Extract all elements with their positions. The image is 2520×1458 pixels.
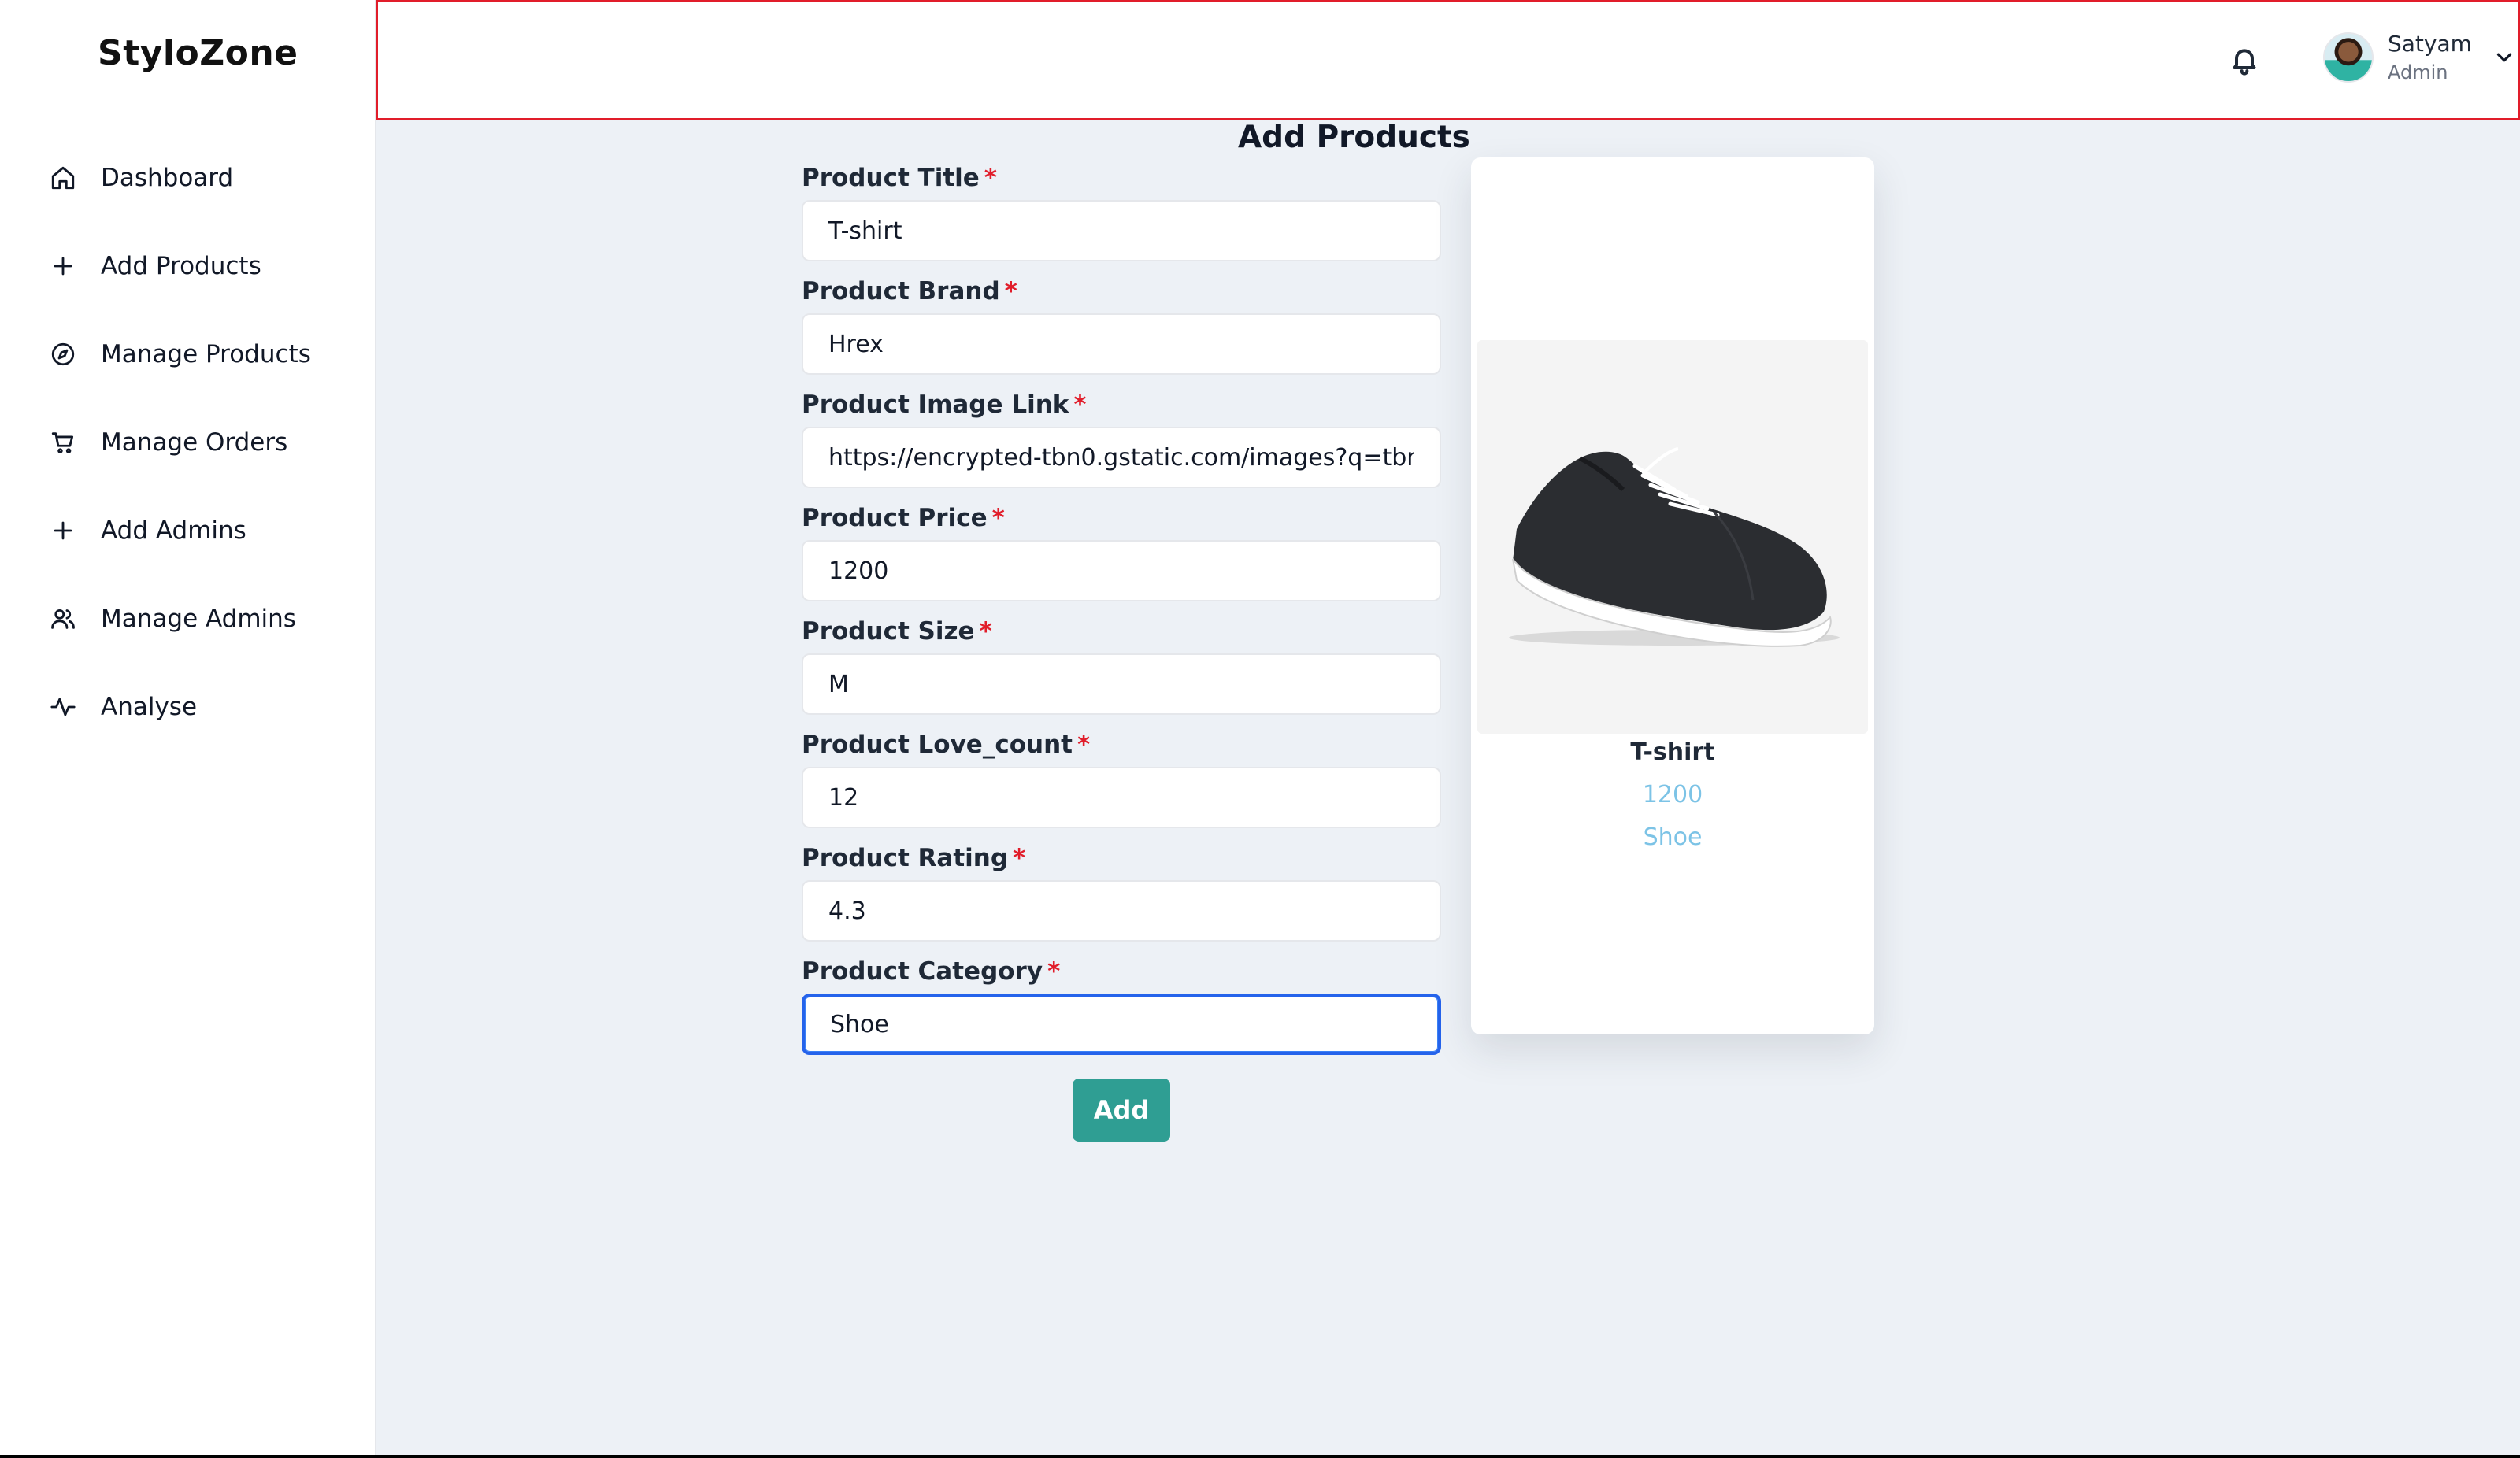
cart-icon	[49, 428, 77, 457]
product-size-input[interactable]	[802, 653, 1441, 715]
field-label: Product Love_count *	[802, 731, 1091, 759]
window-bottom-border	[0, 1455, 2520, 1458]
sidebar-item-label: Add Products	[101, 252, 261, 280]
user-role: Admin	[2388, 61, 2448, 83]
app-logo[interactable]: StyloZone	[98, 33, 298, 73]
add-button[interactable]: Add	[1073, 1079, 1170, 1142]
page-title: Add Products	[1238, 120, 1470, 155]
preview-category: Shoe	[1643, 823, 1703, 851]
sidebar-item-manage-admins[interactable]: Manage Admins	[0, 575, 376, 663]
field-label: Product Price *	[802, 504, 1005, 532]
sidebar-item-label: Add Admins	[101, 516, 246, 545]
product-size-field: Product Size *	[802, 612, 1441, 726]
required-mark: *	[1047, 957, 1061, 986]
top-header: Satyam Admin	[376, 0, 2520, 120]
product-preview-card: T-shirt 1200 Shoe	[1471, 157, 1874, 1034]
field-label: Product Size *	[802, 617, 992, 646]
sidebar-nav: Dashboard Add Products Manage Products M…	[0, 134, 376, 751]
bell-icon[interactable]	[2229, 43, 2260, 77]
required-mark: *	[991, 504, 1005, 532]
plus-icon	[49, 252, 77, 280]
user-menu[interactable]: Satyam Admin	[2323, 30, 2516, 84]
sidebar-item-label: Manage Admins	[101, 605, 296, 633]
plus-icon	[49, 516, 77, 545]
field-label: Product Rating *	[802, 844, 1026, 872]
product-brand-input[interactable]	[802, 313, 1441, 375]
sidebar-item-analyse[interactable]: Analyse	[0, 663, 376, 751]
activity-icon	[49, 693, 77, 721]
sidebar-item-add-products[interactable]: Add Products	[0, 222, 376, 310]
user-info: Satyam Admin	[2388, 30, 2472, 84]
field-label: Product Category *	[802, 957, 1061, 986]
required-mark: *	[1004, 277, 1017, 305]
required-mark: *	[984, 164, 998, 192]
product-category-input[interactable]	[802, 994, 1441, 1055]
preview-title: T-shirt	[1630, 738, 1715, 766]
user-name: Satyam	[2388, 31, 2472, 57]
sidebar-item-label: Manage Products	[101, 340, 311, 368]
sidebar-item-label: Dashboard	[101, 164, 234, 192]
product-love-count-field: Product Love_count *	[802, 726, 1441, 839]
product-image-link-input[interactable]	[802, 427, 1441, 488]
shoe-image	[1509, 447, 1840, 647]
product-price-input[interactable]	[802, 540, 1441, 601]
preview-price: 1200	[1642, 781, 1703, 809]
sidebar: StyloZone Dashboard Add Products Manage …	[0, 0, 376, 1458]
product-title-field: Product Title *	[802, 159, 1441, 272]
sidebar-item-manage-orders[interactable]: Manage Orders	[0, 398, 376, 487]
field-label: Product Brand *	[802, 277, 1017, 305]
product-rating-field: Product Rating *	[802, 839, 1441, 953]
home-icon	[49, 164, 77, 192]
product-brand-field: Product Brand *	[802, 272, 1441, 386]
required-mark: *	[1013, 844, 1026, 872]
product-image	[1477, 340, 1868, 734]
add-product-form: Product Title* Product Brand* Product Im…	[802, 159, 1441, 1066]
product-rating-input[interactable]	[802, 880, 1441, 942]
product-title-input[interactable]	[802, 200, 1441, 261]
field-label: Product Title *	[802, 164, 998, 192]
product-image-link-field: Product Image Link *	[802, 386, 1441, 499]
required-mark: *	[979, 617, 992, 646]
avatar	[2323, 31, 2374, 83]
product-category-field: Product Category *	[802, 953, 1441, 1066]
users-icon	[49, 605, 77, 633]
sidebar-item-label: Manage Orders	[101, 428, 288, 457]
chevron-down-icon[interactable]	[2492, 46, 2516, 69]
sidebar-item-manage-products[interactable]: Manage Products	[0, 310, 376, 398]
required-mark: *	[1077, 731, 1091, 759]
compass-icon	[49, 340, 77, 368]
field-label: Product Image Link *	[802, 390, 1087, 419]
product-love-count-input[interactable]	[802, 767, 1441, 828]
sidebar-item-dashboard[interactable]: Dashboard	[0, 134, 376, 222]
required-mark: *	[1073, 390, 1087, 419]
sidebar-item-label: Analyse	[101, 693, 198, 721]
product-price-field: Product Price *	[802, 499, 1441, 612]
sidebar-item-add-admins[interactable]: Add Admins	[0, 487, 376, 575]
